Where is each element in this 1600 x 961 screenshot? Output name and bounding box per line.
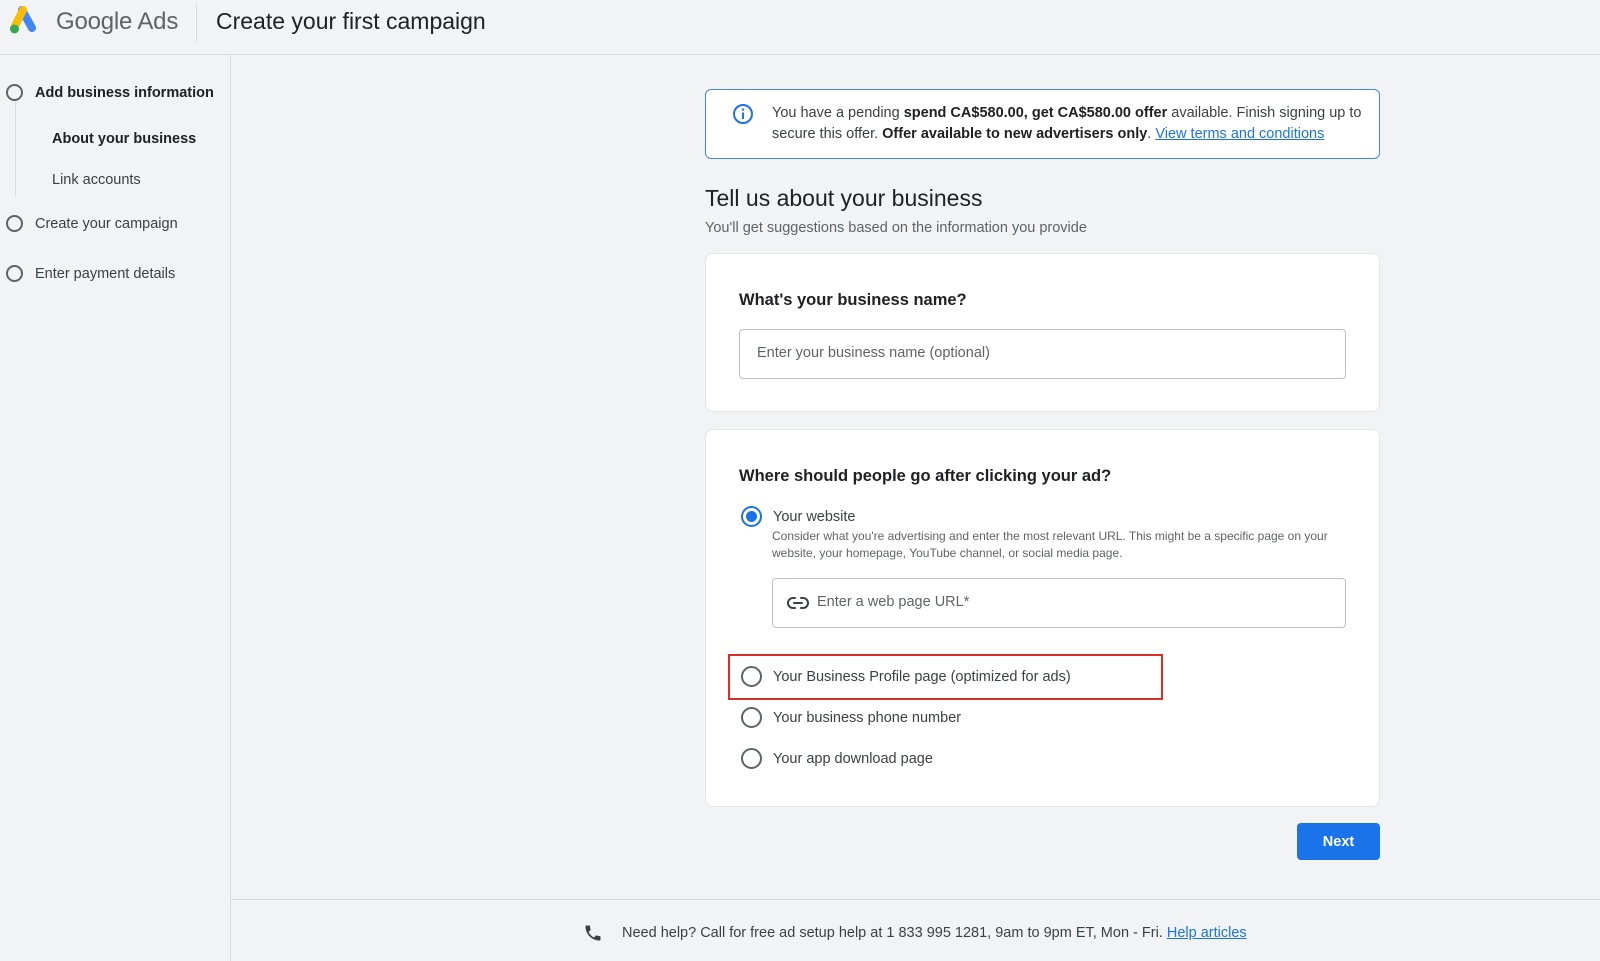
help-articles-link[interactable]: Help articles xyxy=(1167,925,1247,941)
url-input[interactable]: Enter a web page URL* xyxy=(772,578,1346,628)
info-icon xyxy=(733,104,753,124)
radio-button[interactable] xyxy=(741,748,762,769)
header-divider xyxy=(196,4,197,42)
business-name-question: What's your business name? xyxy=(739,291,967,309)
radio-business-profile[interactable]: Your Business Profile page (optimized fo… xyxy=(741,666,1071,687)
link-icon xyxy=(787,597,809,609)
step-payment-details[interactable]: Enter payment details xyxy=(6,265,175,282)
radio-your-website[interactable]: Your website xyxy=(741,506,856,527)
radio-button-selected[interactable] xyxy=(741,506,762,527)
substep-line xyxy=(15,101,16,197)
destination-card: Where should people go after clicking yo… xyxy=(705,429,1380,807)
radio-label: Your app download page xyxy=(773,750,933,767)
help-footer: Need help? Call for free ad setup help a… xyxy=(231,899,1600,961)
view-terms-link[interactable]: View terms and conditions xyxy=(1155,126,1324,142)
brand-name: Google Ads xyxy=(56,8,178,36)
step-add-business-info[interactable]: Add business information xyxy=(6,84,214,101)
help-text: Need help? Call for free ad setup help a… xyxy=(622,925,1247,941)
substep-link-accounts[interactable]: Link accounts xyxy=(52,172,141,188)
next-button[interactable]: Next xyxy=(1297,823,1380,860)
website-description: Consider what you're advertising and ent… xyxy=(772,529,1328,560)
app-header: Google Ads Create your first campaign xyxy=(0,0,1600,55)
radio-button[interactable] xyxy=(741,666,762,687)
step-label: Add business information xyxy=(35,84,214,101)
step-create-campaign[interactable]: Create your campaign xyxy=(6,215,178,232)
section-title: Tell us about your business xyxy=(705,185,983,211)
destination-question: Where should people go after clicking yo… xyxy=(739,467,1112,485)
offer-banner: You have a pending spend CA$580.00, get … xyxy=(705,89,1380,159)
radio-label: Your business phone number xyxy=(773,709,962,726)
step-status-icon xyxy=(6,84,23,101)
offer-text: You have a pending spend CA$580.00, get … xyxy=(772,105,1362,142)
business-name-placeholder: Enter your business name (optional) xyxy=(757,345,990,361)
step-status-icon xyxy=(6,215,23,232)
business-name-card: What's your business name? Enter your bu… xyxy=(705,253,1380,412)
progress-sidebar: Add business information About your busi… xyxy=(0,55,231,961)
business-name-input[interactable]: Enter your business name (optional) xyxy=(739,329,1346,379)
page-title: Create your first campaign xyxy=(216,8,486,34)
radio-app-download[interactable]: Your app download page xyxy=(741,748,933,769)
step-label: Enter payment details xyxy=(35,265,176,282)
step-label: Create your campaign xyxy=(35,215,178,232)
radio-phone-number[interactable]: Your business phone number xyxy=(741,707,961,728)
google-ads-logo[interactable] xyxy=(10,6,44,36)
section-subtitle: You'll get suggestions based on the info… xyxy=(705,220,1087,236)
brand-ads: Ads xyxy=(137,8,179,35)
url-placeholder: Enter a web page URL* xyxy=(817,594,970,610)
step-status-icon xyxy=(6,265,23,282)
radio-label: Your website xyxy=(773,508,856,525)
substep-about-business[interactable]: About your business xyxy=(52,131,196,147)
phone-icon xyxy=(585,925,601,941)
radio-label: Your Business Profile page (optimized fo… xyxy=(773,668,1071,685)
brand-google: Google xyxy=(56,8,133,35)
radio-button[interactable] xyxy=(741,707,762,728)
